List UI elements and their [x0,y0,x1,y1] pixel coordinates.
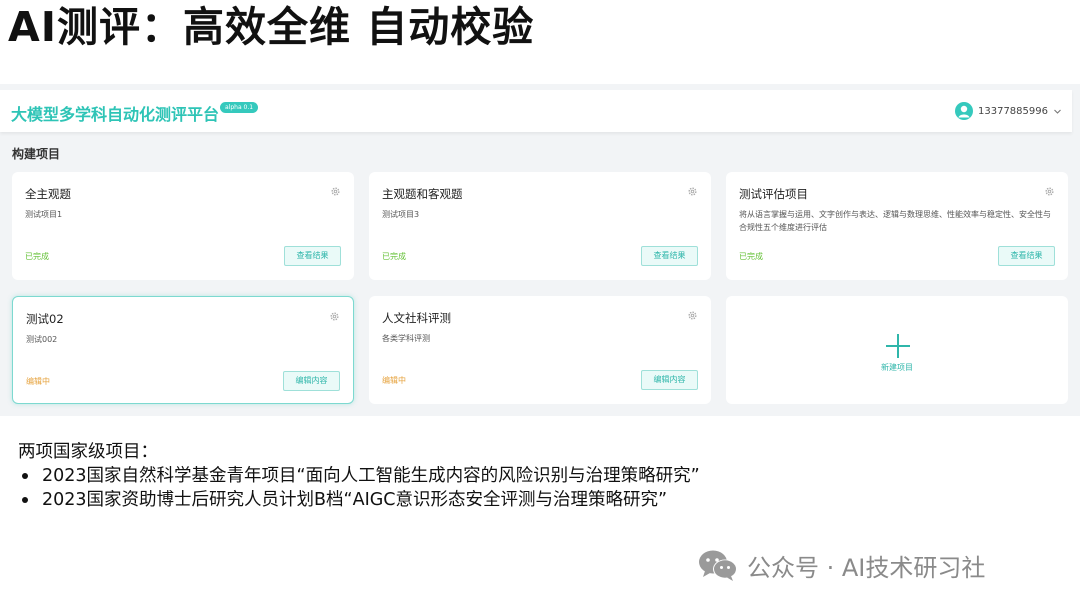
wechat-icon [699,550,737,581]
new-project-card[interactable]: 新建项目 [726,296,1068,404]
project-card[interactable]: 全主观题 测试项目1 已完成 查看结果 [12,172,354,280]
status-badge: 已完成 [739,252,763,261]
platform-name[interactable]: 大模型多学科自动化测评平台 [11,101,219,125]
slide-title: AI测评：高效全维 自动校验 [8,3,535,51]
list-item: 2023国家自然科学基金青年项目“面向人工智能生成内容的风险识别与治理策略研究” [18,464,700,488]
gear-icon[interactable] [329,311,340,322]
national-projects: 两项国家级项目： 2023国家自然科学基金青年项目“面向人工智能生成内容的风险识… [18,440,700,512]
app-header: 大模型多学科自动化测评平台 alpha 0.1 13377885996 [0,90,1072,132]
project-desc: 各类学科评测 [382,334,430,343]
project-title: 全主观题 [25,187,71,201]
project-card[interactable]: 测试02 测试002 编辑中 编辑内容 [12,296,354,404]
view-results-button[interactable]: 查看结果 [998,246,1055,266]
gear-icon[interactable] [687,310,698,321]
project-card[interactable]: 人文社科评测 各类学科评测 编辑中 编辑内容 [369,296,711,404]
gear-icon[interactable] [330,186,341,197]
user-phone: 13377885996 [978,105,1048,117]
bullet-icon [22,473,28,479]
project-item-text: 2023国家资助博士后研究人员计划B档“AIGC意识形态安全评测与治理策略研究” [42,490,668,510]
new-project-label: 新建项目 [881,363,913,372]
projects-list: 2023国家自然科学基金青年项目“面向人工智能生成内容的风险识别与治理策略研究”… [18,464,700,512]
edit-content-button[interactable]: 编辑内容 [283,371,340,391]
status-badge: 已完成 [25,252,49,261]
view-results-button[interactable]: 查看结果 [284,246,341,266]
projects-heading: 两项国家级项目： [18,442,158,462]
project-title: 人文社科评测 [382,311,451,325]
edit-content-button[interactable]: 编辑内容 [641,370,698,390]
view-results-button[interactable]: 查看结果 [641,246,698,266]
project-desc: 将从语言掌握与运用、文字创作与表达、逻辑与数理思维、性能效率与稳定性、安全性与合… [739,210,1051,232]
project-desc: 测试项目1 [25,210,63,219]
project-desc: 测试项目3 [382,210,420,219]
plus-icon [886,334,910,358]
bullet-icon [22,497,28,503]
project-item-text: 2023国家自然科学基金青年项目“面向人工智能生成内容的风险识别与治理策略研究” [42,466,700,486]
status-badge: 编辑中 [382,376,406,385]
chevron-down-icon [1054,109,1061,114]
status-badge: 已完成 [382,252,406,261]
project-title: 主观题和客观题 [382,187,463,201]
project-card[interactable]: 主观题和客观题 测试项目3 已完成 查看结果 [369,172,711,280]
section-label: 构建项目 [12,147,61,161]
project-desc: 测试002 [26,335,58,344]
version-badge: alpha 0.1 [220,102,259,113]
app-screenshot: 大模型多学科自动化测评平台 alpha 0.1 13377885996 构建项目… [0,84,1080,416]
project-title: 测试评估项目 [739,187,808,201]
avatar-icon [955,102,973,120]
project-card[interactable]: 测试评估项目 将从语言掌握与运用、文字创作与表达、逻辑与数理思维、性能效率与稳定… [726,172,1068,280]
gear-icon[interactable] [687,186,698,197]
watermark: 公众号 · AI技术研习社 [697,545,985,585]
project-title: 测试02 [26,312,64,326]
watermark-text: 公众号 · AI技术研习社 [747,553,986,582]
gear-icon[interactable] [1044,186,1055,197]
status-badge: 编辑中 [26,377,50,386]
list-item: 2023国家资助博士后研究人员计划B档“AIGC意识形态安全评测与治理策略研究” [18,488,700,512]
slide: AI测评：高效全维 自动校验 大模型多学科自动化测评平台 alpha 0.1 1… [0,0,1080,608]
user-menu[interactable]: 13377885996 [955,101,1062,121]
